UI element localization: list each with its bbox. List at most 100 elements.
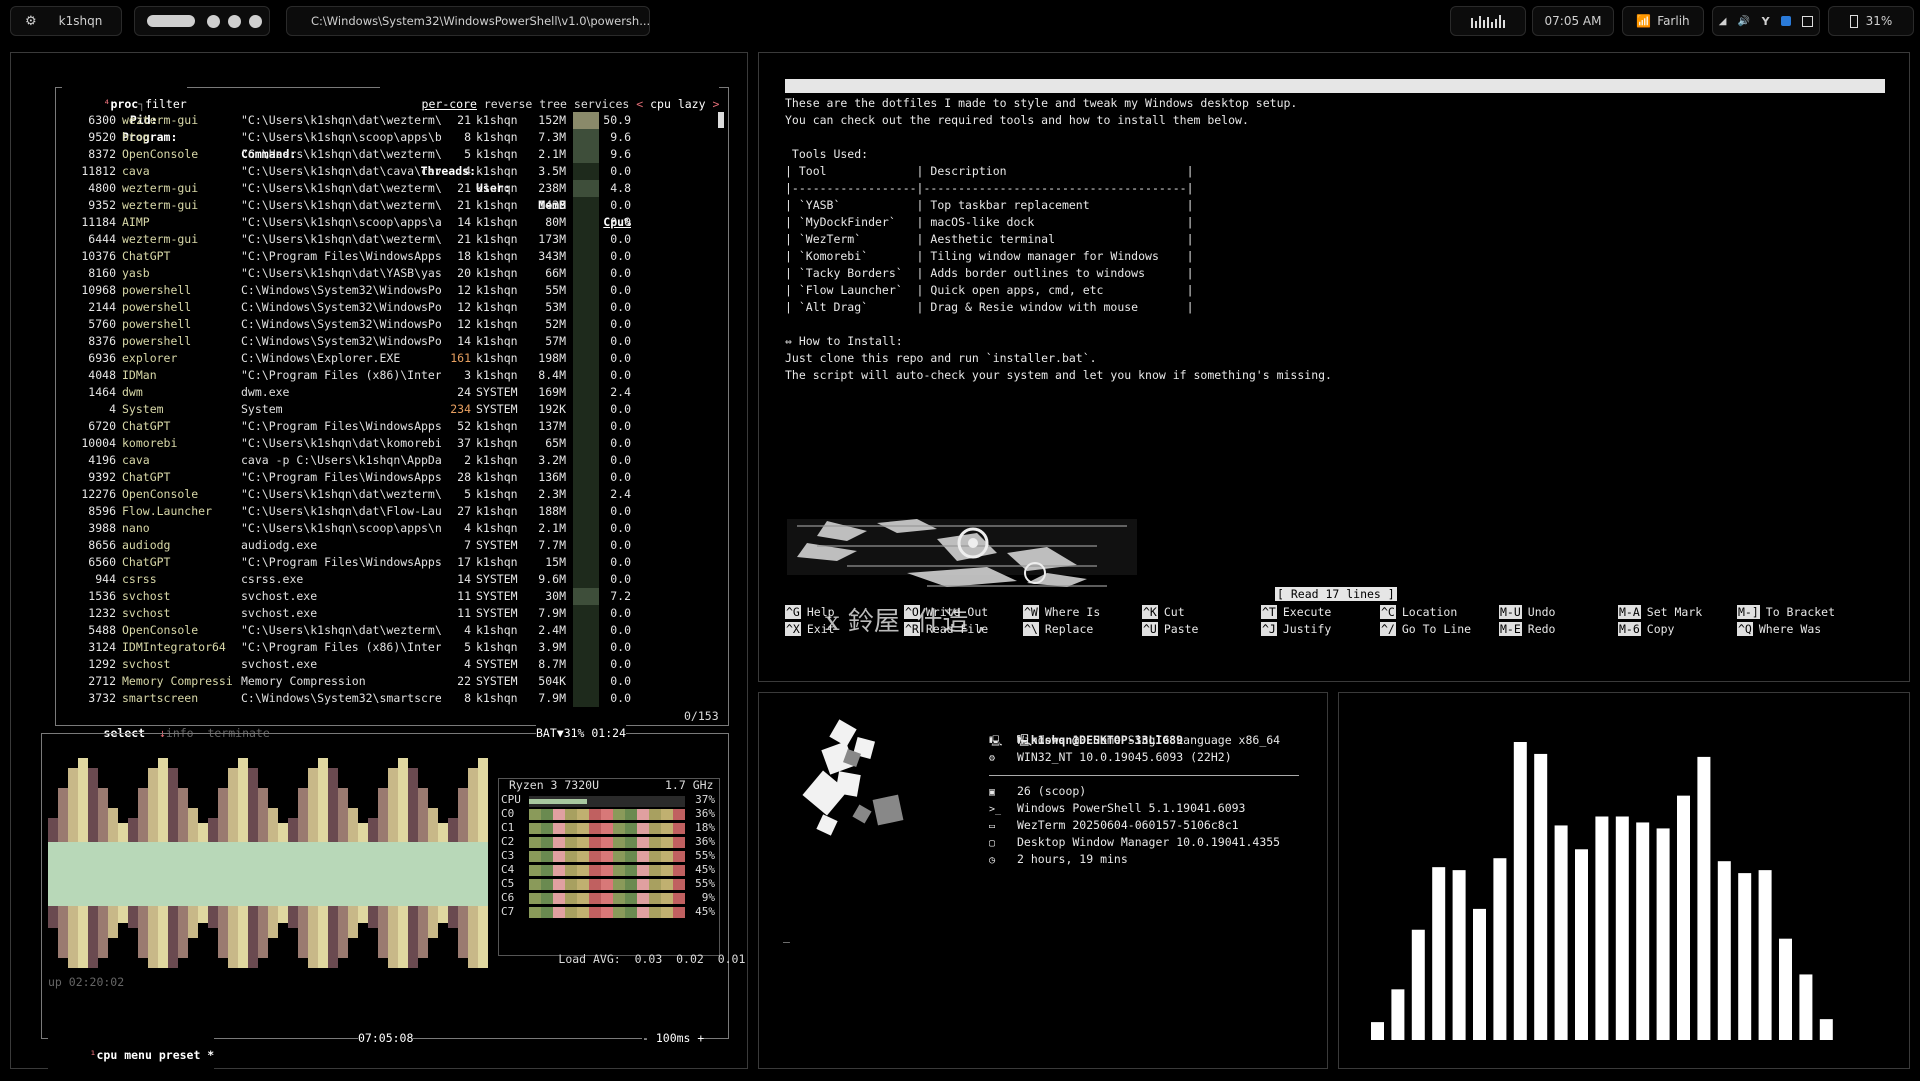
table-row[interactable]: 10004 komorebi "C:\Users\k1shqn\dat\komore… bbox=[56, 435, 716, 452]
volume-icon[interactable]: 🔊 bbox=[1738, 16, 1750, 27]
table-row[interactable]: 8376 powershell C:\Windows\System32\Window… bbox=[56, 333, 716, 350]
nano-editor[interactable]: These are the dotfiles I made to style a… bbox=[785, 96, 1885, 382]
proc-scrollbar[interactable] bbox=[718, 112, 724, 128]
fastfetch-window[interactable]: 🖳k1shqn@DESKTOP-33LIG89 🖳 Windows 10 Home… bbox=[758, 692, 1328, 1069]
workspace-switcher[interactable] bbox=[134, 6, 270, 36]
shortcut-item[interactable]: M-6 Copy bbox=[1618, 622, 1674, 636]
editor-line[interactable]: | `Flow Launcher` | Quick open apps, cmd… bbox=[785, 283, 1194, 297]
user-widget[interactable]: ⚙ k1shqn bbox=[10, 6, 122, 36]
shortcut-item[interactable]: ^T Execute bbox=[1261, 605, 1331, 619]
window-icon[interactable] bbox=[1802, 15, 1814, 27]
table-row[interactable]: 5760 powershell C:\Windows\System32\Window… bbox=[56, 316, 716, 333]
table-row[interactable]: 10968 powershell C:\Windows\System32\Windo… bbox=[56, 282, 716, 299]
process-pid: 10004 bbox=[81, 436, 116, 450]
workspace-1-active[interactable] bbox=[147, 15, 195, 27]
table-row[interactable]: 8596 Flow.Launcher "C:\Users\k1shqn\dat\Fl… bbox=[56, 503, 716, 520]
workspace-3[interactable] bbox=[228, 14, 241, 28]
shortcut-item[interactable]: M-U Undo bbox=[1499, 605, 1555, 619]
refresh-rate[interactable]: - 100ms + bbox=[642, 1030, 705, 1047]
nano-window[interactable]: GNU nano for Windows 64 bits, v7.2-22.1 … bbox=[758, 52, 1910, 682]
editor-line[interactable]: | `YASB` | Top taskbar replacement | bbox=[785, 198, 1194, 212]
editor-line[interactable]: | `WezTerm` | Aesthetic terminal | bbox=[785, 232, 1194, 246]
table-row[interactable]: 3732 smartscreen C:\Windows\System32\smart… bbox=[56, 690, 716, 707]
shortcut-item[interactable]: ^U Paste bbox=[1142, 622, 1198, 636]
shortcut-item[interactable]: ^X Exit bbox=[785, 622, 835, 636]
table-row[interactable]: 4048 IDMan "C:\Program Files (x86)\Interne… bbox=[56, 367, 716, 384]
table-row[interactable]: 6936 explorer C:\Windows\Explorer.EXE 161 k1… bbox=[56, 350, 716, 367]
table-row[interactable]: 1292 svchost svchost.exe 4 SYSTEM 8.7M 0.0 bbox=[56, 656, 716, 673]
shortcut-item[interactable]: ^K Cut bbox=[1142, 605, 1185, 619]
shell-cursor[interactable]: _ bbox=[783, 929, 790, 943]
workspace-4[interactable] bbox=[249, 14, 262, 28]
editor-line[interactable]: | `Alt Drag` | Drag & Resie window with … bbox=[785, 300, 1194, 314]
editor-line[interactable]: | `MyDockFinder` | macOS-like dock | bbox=[785, 215, 1194, 229]
editor-line[interactable]: Tools Used: bbox=[785, 147, 868, 161]
battery-widget[interactable]: 31% bbox=[1828, 6, 1914, 36]
shortcut-item[interactable]: ^O Write Out bbox=[904, 605, 988, 619]
editor-line[interactable]: |------------------|--------------------… bbox=[785, 181, 1194, 195]
table-row[interactable]: 2144 powershell C:\Windows\System32\Window… bbox=[56, 299, 716, 316]
tab-menu[interactable]: menu bbox=[124, 1048, 152, 1062]
table-row[interactable]: 6560 ChatGPT "C:\Program Files\WindowsApps… bbox=[56, 554, 716, 571]
table-row[interactable]: 8656 audiodg audiodg.exe 7 SYSTEM 7.7M 0.0 bbox=[56, 537, 716, 554]
shortcut-item[interactable]: ^\ Replace bbox=[1023, 622, 1093, 636]
table-row[interactable]: 10376 ChatGPT "C:\Program Files\WindowsApp… bbox=[56, 248, 716, 265]
shortcut-item[interactable]: M-] To Bracket bbox=[1737, 605, 1835, 619]
table-row[interactable]: 3988 nano "C:\Users\k1shqn\scoop\apps\nano… bbox=[56, 520, 716, 537]
clock-widget[interactable]: 07:05 AM bbox=[1532, 6, 1614, 36]
table-row[interactable]: 3124 IDMIntegrator64 "C:\Program Files (x8… bbox=[56, 639, 716, 656]
editor-line[interactable]: | `Komorebi` | Tiling window manager for… bbox=[785, 249, 1194, 263]
shortcut-item[interactable]: ^Q Where Was bbox=[1737, 622, 1821, 636]
table-row[interactable]: 6300 wezterm-gui "C:\Users\k1shqn\dat\wezt… bbox=[56, 112, 716, 129]
editor-line[interactable]: Just clone this repo and run `installer.… bbox=[785, 351, 1097, 365]
shortcut-item[interactable]: M-A Set Mark bbox=[1618, 605, 1702, 619]
table-row[interactable]: 4800 wezterm-gui "C:\Users\k1shqn\dat\wezt… bbox=[56, 180, 716, 197]
editor-line[interactable]: ⇔ How to Install: bbox=[785, 334, 903, 348]
table-row[interactable]: 9392 ChatGPT "C:\Program Files\WindowsApps… bbox=[56, 469, 716, 486]
editor-line[interactable]: These are the dotfiles I made to style a… bbox=[785, 96, 1297, 110]
table-row[interactable]: 12276 OpenConsole "C:\Users\k1shqn\dat\wez… bbox=[56, 486, 716, 503]
shortcut-item[interactable]: ^/ Go To Line bbox=[1380, 622, 1471, 636]
shortcut-item[interactable]: ^C Location bbox=[1380, 605, 1457, 619]
table-row[interactable]: 9520 btop "C:\Users\k1shqn\scoop\apps\btop… bbox=[56, 129, 716, 146]
wifi-widget[interactable]: 📶 Farlih bbox=[1622, 6, 1704, 36]
editor-line[interactable]: | `Tacky Borders` | Adds border outlines… bbox=[785, 266, 1194, 280]
shortcut-item[interactable]: ^R Read File bbox=[904, 622, 988, 636]
btop-window[interactable]: ⁴proc┐filter per-core reverse tree servi… bbox=[10, 52, 748, 1081]
table-row[interactable]: 6444 wezterm-gui "C:\Users\k1shqn\dat\wezt… bbox=[56, 231, 716, 248]
workspace-2[interactable] bbox=[207, 14, 220, 28]
table-row[interactable]: 4 System System 234 SYSTEM 192K 0.0 bbox=[56, 401, 716, 418]
active-window-widget[interactable]: C:\Windows\System32\WindowsPowerShell\v1… bbox=[286, 6, 650, 36]
table-row[interactable]: 1536 svchost svchost.exe 11 SYSTEM 30M 7.2 bbox=[56, 588, 716, 605]
editor-line[interactable]: You can check out the required tools and… bbox=[785, 113, 1249, 127]
shortcut-item[interactable]: M-E Redo bbox=[1499, 622, 1555, 636]
editor-line[interactable]: The script will auto-check your system a… bbox=[785, 368, 1332, 382]
settings-icon[interactable]: ⚙ bbox=[25, 14, 37, 29]
editor-line[interactable]: | Tool | Description | bbox=[785, 164, 1194, 178]
vscode-icon[interactable] bbox=[1780, 16, 1791, 26]
shortcut-item[interactable]: ^J Justify bbox=[1261, 622, 1331, 636]
table-row[interactable]: 4196 cava cava -p C:\Users\k1shqn\AppData\… bbox=[56, 452, 716, 469]
table-row[interactable]: 944 csrss csrss.exe 14 SYSTEM 9.6M 0.0 bbox=[56, 571, 716, 588]
table-row[interactable]: 8160 yasb "C:\Users\k1shqn\dat\YASB\yasb.e… bbox=[56, 265, 716, 282]
package-icon: ▣ bbox=[989, 787, 996, 798]
table-row[interactable]: 11812 cava "C:\Users\k1shqn\dat\cava\cava.… bbox=[56, 163, 716, 180]
table-row[interactable]: 9352 wezterm-gui "C:\Users\k1shqn\dat\wezt… bbox=[56, 197, 716, 214]
shortcut-item[interactable]: ^G Help bbox=[785, 605, 835, 619]
media-widget[interactable] bbox=[1450, 6, 1526, 36]
table-row[interactable]: 5488 OpenConsole "C:\Users\k1shqn\dat\wezt… bbox=[56, 622, 716, 639]
tab-preset[interactable]: preset * bbox=[159, 1048, 214, 1062]
table-row[interactable]: 6720 ChatGPT "C:\Program Files\WindowsApps… bbox=[56, 418, 716, 435]
tray-widget[interactable]: ◢ 🔊 Y bbox=[1712, 6, 1820, 36]
table-row[interactable]: 11184 AIMP "C:\Users\k1shqn\scoop\apps\aim… bbox=[56, 214, 716, 231]
table-row[interactable]: 2712 Memory Compressi Memory Compression 22… bbox=[56, 673, 716, 690]
table-row[interactable]: 1464 dwm dwm.exe 24 SYSTEM 169M 2.4 bbox=[56, 384, 716, 401]
network-icon[interactable]: ◢ bbox=[1719, 16, 1727, 27]
table-row[interactable]: 1232 svchost svchost.exe 11 SYSTEM 7.9M 0.0 bbox=[56, 605, 716, 622]
shortcut-item[interactable]: ^W Where Is bbox=[1023, 605, 1100, 619]
process-list[interactable]: 6300 wezterm-gui "C:\Users\k1shqn\dat\wezt… bbox=[56, 112, 716, 707]
table-row[interactable]: 8372 OpenConsole "C:\Users\k1shqn\dat\wezt… bbox=[56, 146, 716, 163]
tab-cpu[interactable]: cpu bbox=[96, 1048, 117, 1062]
y-icon[interactable]: Y bbox=[1762, 15, 1770, 28]
cava-window[interactable] bbox=[1338, 692, 1910, 1069]
